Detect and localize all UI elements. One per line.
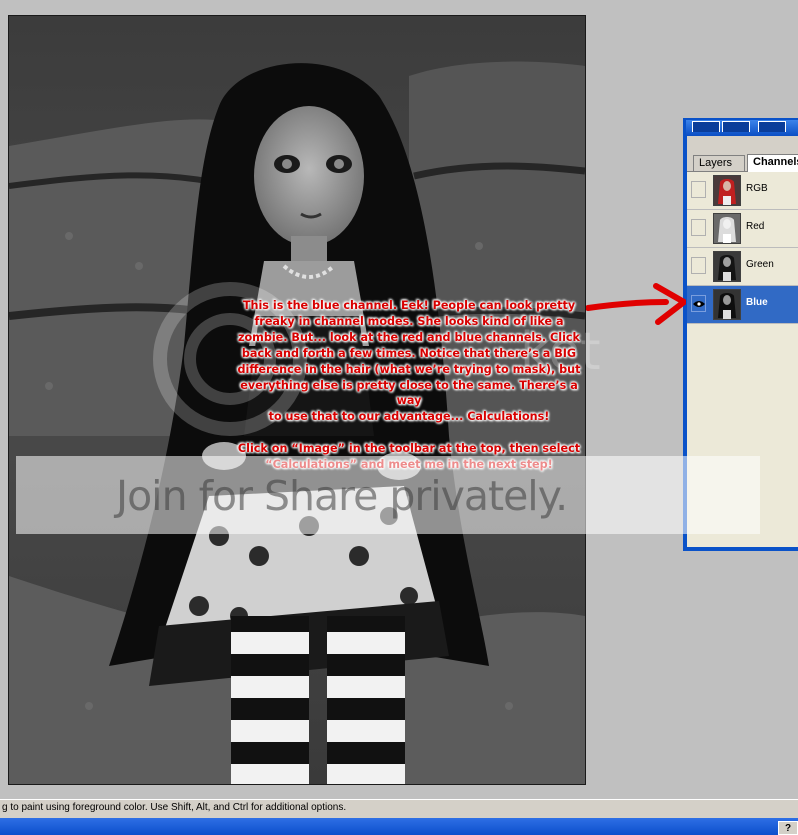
watermark-banner-text: Join for Share privately. [116, 472, 568, 520]
palette-titlebar[interactable] [686, 120, 798, 136]
palette-title-button[interactable] [758, 121, 786, 132]
taskbar: ? [0, 818, 798, 835]
palette-tab-strip: Layers Channels [687, 136, 798, 172]
visibility-toggle[interactable] [691, 295, 706, 312]
channel-row-green[interactable]: Green [687, 248, 798, 286]
channel-name: Blue [746, 297, 768, 308]
palette-title-button[interactable] [722, 121, 750, 132]
help-button[interactable]: ? [778, 821, 798, 835]
palette-title-button[interactable] [692, 121, 720, 132]
channel-list: RGB Red Green Blue [687, 172, 798, 324]
status-text: g to paint using foreground color. Use S… [2, 802, 347, 813]
channel-row-blue[interactable]: Blue [687, 286, 798, 324]
visibility-toggle[interactable] [691, 181, 706, 198]
tab-channels[interactable]: Channels [747, 154, 798, 172]
channel-thumbnail-rgb [713, 175, 741, 206]
status-bar: g to paint using foreground color. Use S… [0, 799, 798, 818]
channel-thumbnail-green [713, 251, 741, 282]
eye-icon [693, 301, 705, 307]
channel-row-rgb[interactable]: RGB [687, 172, 798, 210]
channel-thumbnail-red [713, 213, 741, 244]
channel-thumbnail-blue [713, 289, 741, 320]
channel-name: Red [746, 221, 765, 232]
tutorial-annotation: This is the blue channel. Eek! People ca… [237, 299, 581, 471]
visibility-toggle[interactable] [691, 257, 706, 274]
visibility-toggle[interactable] [691, 219, 706, 236]
channel-name: Green [746, 259, 774, 270]
tab-layers[interactable]: Layers [693, 155, 745, 171]
red-arrow-icon [586, 283, 686, 325]
channel-row-red[interactable]: Red [687, 210, 798, 248]
channel-name: RGB [746, 183, 768, 194]
